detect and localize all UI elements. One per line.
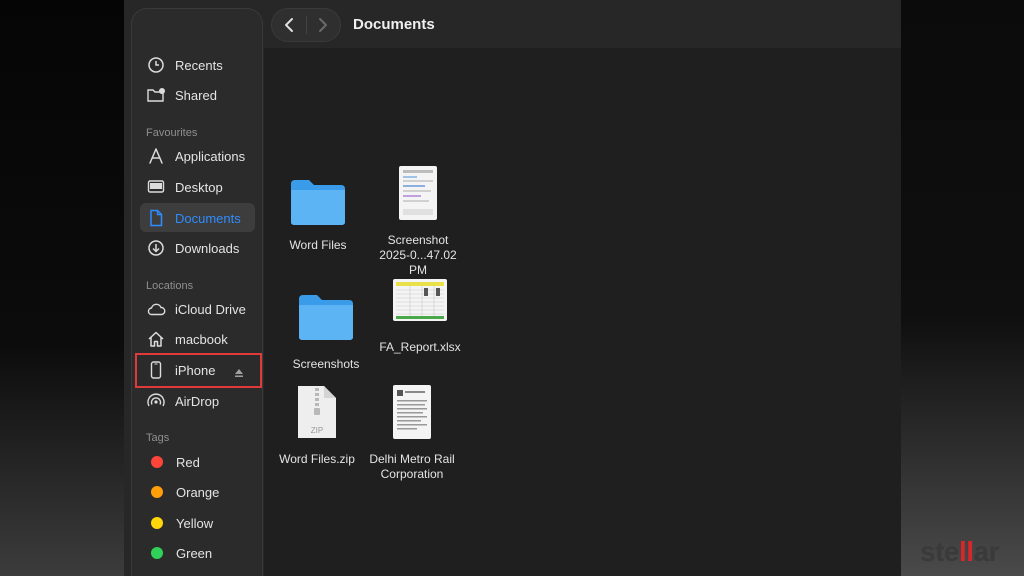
sidebar-item-desktop[interactable]: Desktop [146,174,223,200]
sidebar-item-recents[interactable]: Recents [146,52,223,78]
logo-suffix: ar [973,536,1000,567]
file-item-screenshots[interactable]: Screenshots [288,293,364,372]
tag-label: Yellow [176,515,214,531]
shared-folder-icon [146,85,166,105]
sidebar-item-shared[interactable]: Shared [146,82,217,108]
tag-color-dot [151,517,163,529]
sidebar-item-label: AirDrop [175,393,220,409]
file-item-screenshot[interactable]: Screenshot 2025-0...47.02 PM [370,165,466,278]
home-icon [146,329,166,349]
tag-color-dot [151,547,163,559]
sidebar-item-applications[interactable]: Applications [146,143,245,169]
back-button[interactable] [272,8,306,42]
file-item-delhi-metro[interactable]: Delhi Metro Rail Corporation [362,384,462,482]
file-name: FA_Report.xlsx [379,340,461,354]
zip-badge: ZIP [311,426,323,435]
file-item-word-files[interactable]: Word Files [280,178,356,253]
forward-button[interactable] [306,8,340,42]
file-name: Word Files [289,238,347,252]
zip-archive-icon: ZIP [298,386,336,438]
sidebar-section-locations: Locations [146,280,194,292]
sidebar-item-label: Documents [175,210,241,226]
nav-buttons [271,8,341,42]
tag-label: Red [176,454,200,470]
sidebar-item-icloud-drive[interactable]: iCloud Drive [146,296,246,322]
document-icon [146,208,166,228]
folder-icon [299,295,353,340]
logo-highlight: ll [958,536,974,567]
sidebar-item-label: macbook [175,331,228,347]
tag-label: Orange [176,484,220,500]
iphone-highlight-box [135,353,262,388]
tag-label: Green [176,545,213,561]
file-name: Word Files.zip [279,452,355,466]
sidebar-item-label: iCloud Drive [175,301,246,317]
file-name-line2: 2025-0...47.02 PM [379,248,457,277]
sidebar-item-documents[interactable]: Documents [146,205,241,231]
file-name-line2: Corporation [380,467,444,481]
left-backdrop [0,0,124,576]
sidebar-item-label: Shared [175,87,217,103]
desktop-icon [146,177,166,197]
file-item-word-files-zip[interactable]: ZIP Word Files.zip [276,384,358,467]
window-title: Documents [353,16,435,33]
airdrop-icon [146,391,166,411]
sidebar-tag-red[interactable]: Red [146,449,200,475]
stellar-logo: stellar [920,536,1000,568]
file-name-line1: Screenshot [387,233,449,247]
file-name: Screenshots [292,357,360,371]
file-name-line1: Delhi Metro Rail [369,452,455,466]
cloud-icon [146,299,166,319]
clock-icon [146,55,166,75]
document-thumbnail-icon [393,385,431,439]
download-icon [146,238,166,258]
spreadsheet-thumbnail-icon [393,279,447,321]
tag-color-dot [151,456,163,468]
sidebar-item-label: Applications [175,148,246,164]
sidebar-section-tags: Tags [146,432,170,444]
file-item-fa-report[interactable]: FA_Report.xlsx [372,278,468,355]
chevron-right-icon [319,18,328,32]
sidebar-item-macbook[interactable]: macbook [146,326,228,352]
sidebar-item-label: Downloads [175,240,240,256]
sidebar-item-label: Desktop [175,179,223,195]
tag-color-dot [151,486,163,498]
sidebar-item-label: Recents [175,57,223,73]
sidebar-item-downloads[interactable]: Downloads [146,235,239,261]
sidebar-tag-yellow[interactable]: Yellow [146,510,213,536]
chevron-left-icon [284,18,293,32]
applications-icon [146,146,166,166]
sidebar-tag-green[interactable]: Green [146,540,212,566]
folder-icon [291,180,345,225]
sidebar-item-airdrop[interactable]: AirDrop [146,388,219,414]
logo-prefix: ste [920,536,959,567]
sidebar-section-favourites: Favourites [146,127,198,139]
image-thumbnail-icon [399,166,437,220]
sidebar-tag-orange[interactable]: Orange [146,479,219,505]
